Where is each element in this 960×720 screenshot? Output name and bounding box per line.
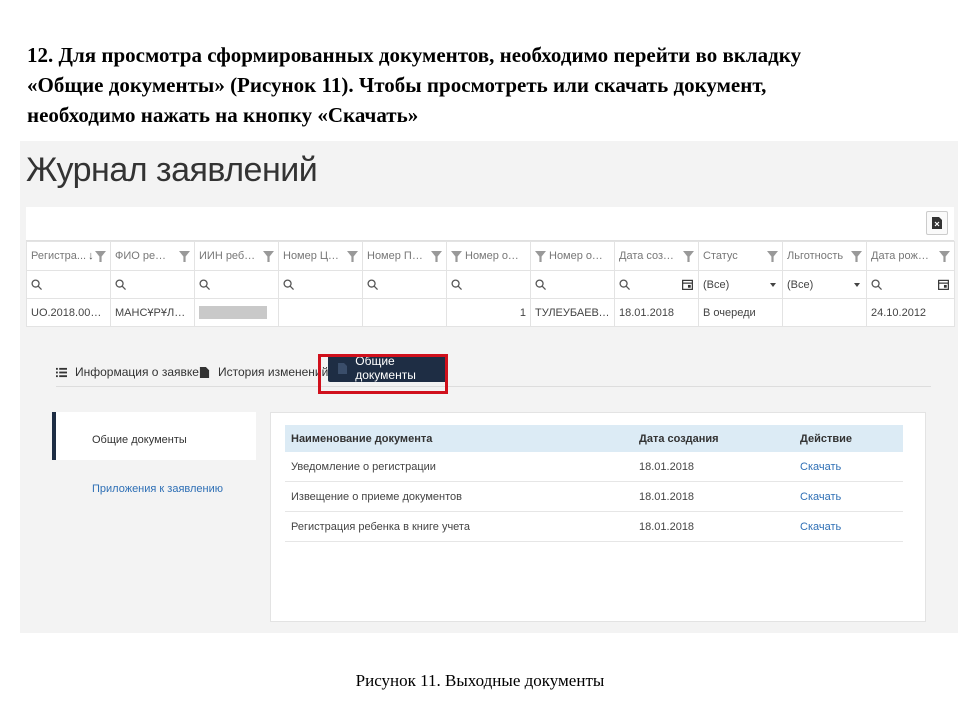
search-icon	[31, 279, 42, 291]
download-link[interactable]: Скачать	[794, 452, 903, 482]
filter-input[interactable]	[530, 270, 615, 299]
column-header[interactable]: Номер ПЕП	[362, 241, 447, 271]
header-created-date: Дата создания	[633, 425, 794, 452]
page-title: Журнал заявлений	[26, 151, 318, 189]
filter-icon[interactable]	[767, 251, 778, 262]
tab-application-info[interactable]: Информация о заявке	[56, 358, 199, 386]
highlight-frame	[318, 354, 448, 394]
header-document-name: Наименование документа	[285, 425, 633, 452]
download-link[interactable]: Скачать	[794, 511, 903, 542]
document-date: 18.01.2018	[633, 481, 794, 512]
filter-row: (Все) (Все)	[26, 270, 955, 299]
figure-caption: Рисунок 11. Выходные документы	[355, 671, 605, 690]
export-file-icon	[932, 217, 942, 229]
export-excel-button[interactable]	[926, 211, 948, 235]
column-header[interactable]: Статус	[698, 241, 783, 271]
tab-change-history[interactable]: История изменений	[199, 358, 328, 386]
table-row: Извещение о приеме документов 18.01.2018…	[285, 481, 903, 512]
filter-icon[interactable]	[179, 251, 190, 262]
column-header[interactable]: Номер оче...	[446, 241, 531, 271]
column-header[interactable]: ФИО ребе...	[110, 241, 195, 271]
filter-icon[interactable]	[535, 250, 546, 262]
filter-icon[interactable]	[451, 250, 462, 262]
embedded-screenshot: Журнал заявлений Регистра... ↓ ФИО ребе..…	[20, 141, 958, 633]
filter-input[interactable]	[446, 270, 531, 299]
column-header[interactable]: ИИН ребе...	[194, 241, 279, 271]
sidebar-item-label[interactable]: Общие документы	[92, 434, 187, 446]
filter-date-input[interactable]	[614, 270, 699, 299]
filter-input[interactable]	[26, 270, 111, 299]
filter-icon[interactable]	[939, 251, 950, 262]
filter-input[interactable]	[362, 270, 447, 299]
document-date: 18.01.2018	[633, 452, 794, 482]
filter-input[interactable]	[278, 270, 363, 299]
search-icon	[619, 279, 630, 291]
download-link[interactable]: Скачать	[794, 481, 903, 512]
document-name: Регистрация ребенка в книге учета	[285, 511, 633, 542]
documents-table: Наименование документа Дата создания Дей…	[285, 425, 903, 542]
column-header[interactable]: Дата созда...	[614, 241, 699, 271]
search-icon	[283, 279, 294, 291]
documents-header-row: Наименование документа Дата создания Дей…	[285, 425, 903, 452]
column-header[interactable]: Льготность	[782, 241, 867, 271]
search-icon	[199, 279, 210, 291]
instruction-text: 12. Для просмотра сформированных докумен…	[27, 40, 937, 130]
filter-icon[interactable]	[431, 251, 442, 262]
column-header[interactable]: Номер оче...	[530, 241, 615, 271]
filter-date-input[interactable]	[866, 270, 955, 299]
filter-icon[interactable]	[347, 251, 358, 262]
masked-value	[199, 306, 267, 319]
filter-benefit-select[interactable]: (Все)	[782, 270, 867, 299]
grid-toolbar	[26, 207, 954, 241]
filter-status-select[interactable]: (Все)	[698, 270, 783, 299]
search-icon	[367, 279, 378, 291]
search-icon	[451, 279, 462, 291]
search-icon	[871, 279, 882, 291]
instruction-line-3: необходимо нажать на кнопку «Скачать»	[27, 103, 419, 127]
sidebar-item-attachments[interactable]: Приложения к заявлению	[92, 483, 223, 495]
document-name: Извещение о приеме документов	[285, 481, 633, 512]
list-icon	[56, 367, 67, 377]
filter-icon[interactable]	[263, 251, 274, 262]
table-row: Регистрация ребенка в книге учета 18.01.…	[285, 511, 903, 542]
application-detail: Информация о заявке История изменений Об…	[26, 323, 954, 633]
instruction-line-2: «Общие документы» (Рисунок 11). Чтобы пр…	[27, 73, 767, 97]
filter-input[interactable]	[194, 270, 279, 299]
column-header[interactable]: Дата рожд...	[866, 241, 955, 271]
column-header[interactable]: Номер ЦОН	[278, 241, 363, 271]
chevron-down-icon	[854, 283, 860, 287]
search-icon	[115, 279, 126, 291]
calendar-icon[interactable]	[938, 279, 949, 290]
detail-tabs: Информация о заявке История изменений Об…	[56, 354, 931, 387]
table-row: Уведомление о регистрации 18.01.2018 Ска…	[285, 452, 903, 482]
header-row: Регистра... ↓ ФИО ребе... ИИН ребе... Ном…	[26, 241, 955, 271]
filter-input[interactable]	[110, 270, 195, 299]
documents-panel: Наименование документа Дата создания Дей…	[270, 412, 926, 622]
header-action: Действие	[794, 425, 903, 452]
chevron-down-icon	[770, 283, 776, 287]
filter-icon[interactable]	[851, 251, 862, 262]
filter-icon[interactable]	[683, 251, 694, 262]
calendar-icon[interactable]	[682, 279, 693, 290]
document-name: Уведомление о регистрации	[285, 452, 633, 482]
column-header[interactable]: Регистра... ↓	[26, 241, 111, 271]
sort-down-icon: ↓	[88, 249, 94, 262]
search-icon	[535, 279, 546, 291]
filter-icon[interactable]	[95, 251, 106, 262]
document-date: 18.01.2018	[633, 511, 794, 542]
journal-grid: Регистра... ↓ ФИО ребе... ИИН ребе... Ном…	[26, 207, 955, 327]
instruction-line-1: 12. Для просмотра сформированных докумен…	[27, 43, 802, 67]
file-icon	[199, 366, 210, 378]
journal-table: Регистра... ↓ ФИО ребе... ИИН ребе... Ном…	[26, 241, 955, 327]
